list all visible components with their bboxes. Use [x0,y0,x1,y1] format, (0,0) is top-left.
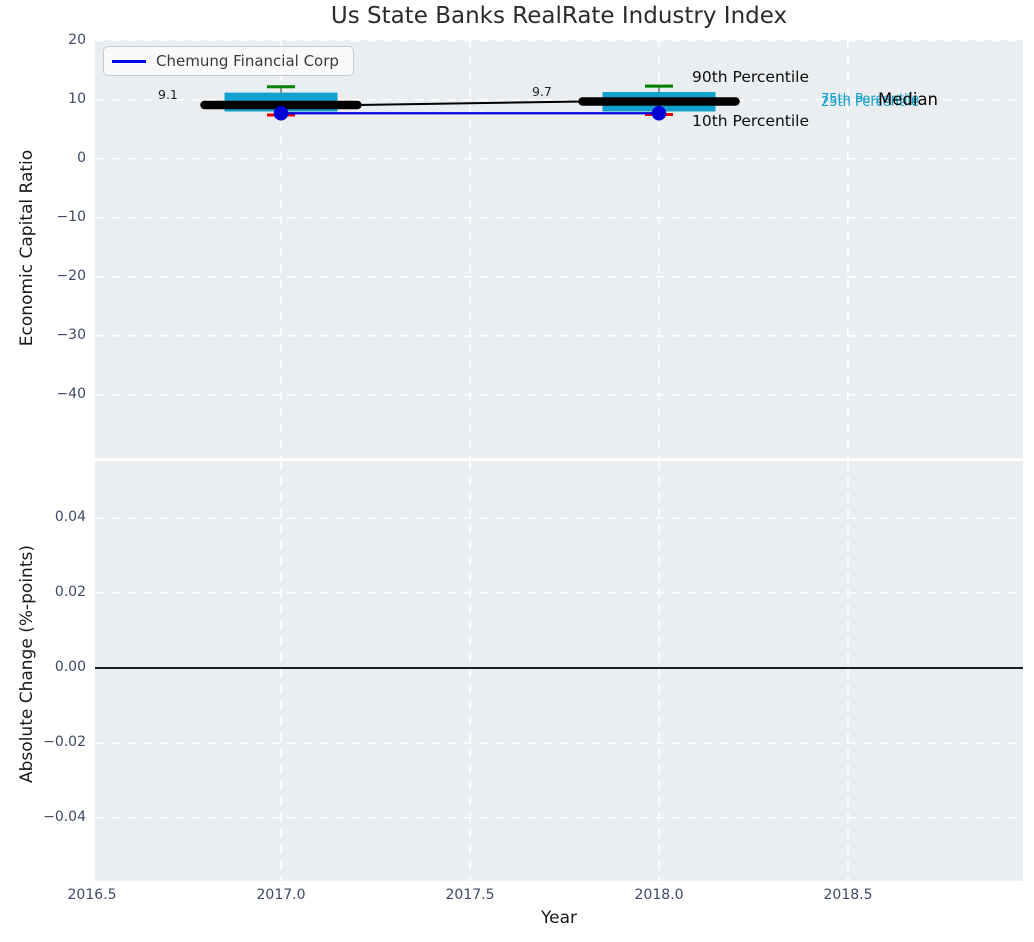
top-y-tick-20: 20 [68,31,86,48]
top-y-tick-0: 0 [77,149,86,166]
top-y-tick-−30: −30 [56,326,86,343]
top-y-tick-−20: −20 [56,267,86,284]
top-y-axis-label: Economic Capital Ratio [17,149,37,347]
x-tick-2016.5: 2016.5 [67,887,117,903]
bottom-y-tick-0.02: 0.02 [54,584,86,600]
x-axis-label: Year [541,908,577,928]
x-tick-2018.5: 2018.5 [823,887,873,903]
x-tick-2017.5: 2017.5 [445,887,495,903]
legend-label: Chemung Financial Corp [156,52,339,70]
legend-line-sample [112,59,146,63]
x-tick-2018.0: 2018.0 [634,887,684,903]
annotation-median: Median [878,90,939,109]
top-y-tick-−40: −40 [56,385,86,402]
figure: Us State Banks RealRate Industry Index E… [0,0,1034,942]
bottom-y-tick-−0.02: −0.02 [43,734,86,750]
bottom-plot-area [95,461,1023,881]
top-y-tick-−10: −10 [56,208,86,225]
top-y-tick-10: 10 [68,90,86,107]
bottom-y-tick-0.04: 0.04 [54,509,86,525]
legend: Chemung Financial Corp [103,46,354,76]
annotation-10th-percentile: 10th Percentile [692,112,810,130]
chart-title: Us State Banks RealRate Industry Index [330,3,788,29]
x-tick-2017.0: 2017.0 [256,887,306,903]
median-value-label-2018: 9.7 [532,84,552,99]
bottom-y-tick-−0.04: −0.04 [43,809,86,825]
annotation-90th-percentile: 90th Percentile [692,68,810,86]
median-value-label-2017: 9.1 [158,87,178,102]
bottom-y-tick-0.00: 0.00 [54,659,86,675]
